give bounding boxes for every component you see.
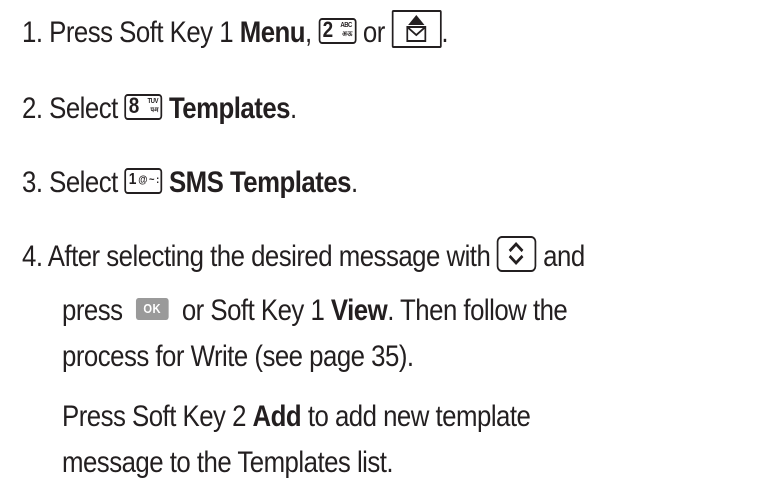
step-4: 4. After selecting the desired message w…	[22, 236, 585, 276]
step-text: Press Soft Key 1	[49, 16, 240, 49]
view-label: View	[330, 294, 388, 327]
step-text: After selecting the desired message with	[47, 240, 491, 273]
menu-label: Menu	[239, 16, 306, 49]
sms-templates-label: SMS Templates	[168, 166, 352, 199]
step-text: Select	[49, 92, 118, 125]
step-text: Select	[49, 166, 118, 199]
templates-label: Templates	[168, 92, 291, 125]
add-label: Add	[252, 400, 302, 433]
key-2-abc-icon: 2 ABC अ-ऊ	[318, 17, 357, 45]
step-2: 2. Select 8 TUV प-म Templates.	[22, 92, 297, 125]
or-text: or	[362, 16, 385, 49]
up-down-navigation-icon	[496, 236, 537, 273]
key-8-tuv-icon: 8 TUV प-म	[124, 93, 163, 121]
step-number: 1.	[22, 16, 43, 49]
and-text: and	[543, 240, 585, 273]
step-4-line-3: process for Write (see page 35).	[62, 340, 414, 373]
ok-key-icon: OK	[135, 298, 169, 321]
note-line-1: Press Soft Key 2 Add to add new template	[62, 400, 531, 433]
note-line-2: message to the Templates list.	[62, 446, 394, 479]
step-3: 3. Select 1 @ ~ : SMS Templates.	[22, 166, 358, 199]
step-number: 2.	[22, 92, 43, 125]
step-1: 1. Press Soft Key 1 Menu, 2 ABC अ-ऊ or .	[22, 10, 448, 53]
step-number: 4.	[22, 240, 43, 273]
envelope-up-arrow-icon	[391, 10, 442, 49]
key-1-symbols-icon: 1 @ ~ :	[124, 168, 163, 195]
step-number: 3.	[22, 166, 43, 199]
step-4-line-2: press OK or Soft Key 1 View. Then follow…	[62, 294, 568, 327]
